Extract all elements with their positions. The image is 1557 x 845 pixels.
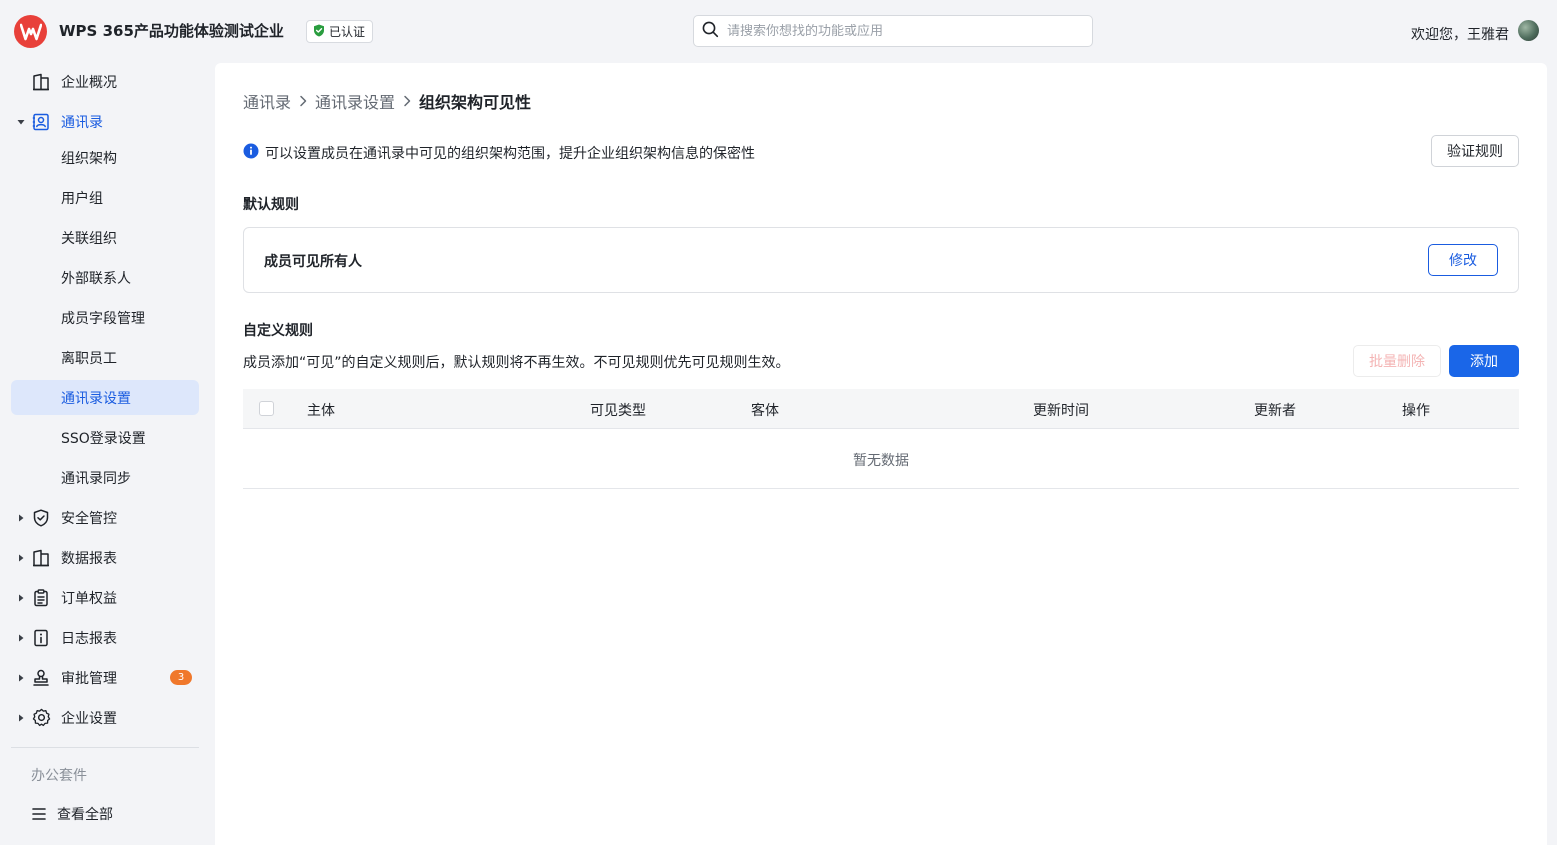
sidebar-item-label: 离职员工 — [61, 350, 117, 367]
sidebar-item-label: 安全管控 — [61, 510, 117, 527]
company-name: WPS 365产品功能体验测试企业 — [59, 22, 284, 40]
sidebar-item-former-employees[interactable]: 离职员工 — [11, 340, 199, 375]
sidebar-item-security[interactable]: 安全管控 — [11, 500, 199, 535]
sidebar-item-data-reports[interactable]: 数据报表 — [11, 540, 199, 575]
breadcrumb: 通讯录 通讯录设置 组织架构可见性 — [243, 89, 531, 113]
gear-icon — [31, 708, 51, 728]
notification-badge: 3 — [170, 670, 192, 685]
default-rules-title: 默认规则 — [243, 197, 299, 213]
sidebar-item-label: 外部联系人 — [61, 270, 131, 287]
report-icon — [31, 548, 51, 568]
sidebar-item-label: 查看全部 — [57, 806, 113, 823]
sidebar-item-label: 用户组 — [61, 190, 103, 207]
shield-icon — [31, 508, 51, 528]
table-body: 暂无数据 — [243, 429, 1519, 489]
menu-icon — [29, 804, 49, 824]
building-icon — [31, 72, 51, 92]
sidebar-item-label: 通讯录 — [61, 114, 103, 131]
sidebar-item-label: 日志报表 — [61, 630, 117, 647]
column-header-actions: 操作 — [1402, 403, 1430, 419]
avatar[interactable] — [1518, 20, 1539, 41]
sidebar-item-label: 通讯录设置 — [61, 390, 131, 407]
office-suite-section-label: 办公套件 — [31, 768, 87, 784]
chevron-right-icon — [395, 95, 419, 107]
search-box[interactable] — [693, 15, 1093, 47]
verified-label: 已认证 — [329, 25, 366, 39]
rules-table: 主体 可见类型 客体 更新时间 更新者 操作 暂无数据 — [243, 389, 1519, 489]
welcome-text: 欢迎您，王雅君 — [1411, 27, 1509, 43]
sidebar-item-label: 成员字段管理 — [61, 310, 145, 327]
empty-state-text: 暂无数据 — [853, 453, 909, 469]
default-rule-text: 成员可见所有人 — [264, 254, 362, 270]
caret-right-icon — [17, 594, 25, 602]
caret-right-icon — [17, 714, 25, 722]
top-header: WPS 365产品功能体验测试企业 已认证 欢迎您，王雅君 — [0, 0, 1557, 62]
sidebar-item-approval[interactable]: 审批管理 3 — [11, 660, 199, 695]
sidebar-item-view-all[interactable]: 查看全部 — [11, 796, 199, 831]
sidebar-item-enterprise-settings[interactable]: 企业设置 — [11, 700, 199, 735]
caret-right-icon — [17, 514, 25, 522]
custom-rules-description: 成员添加“可见”的自定义规则后，默认规则将不再生效。不可见规则优先可见规则生效。 — [243, 355, 790, 371]
column-header-subject: 主体 — [307, 403, 335, 419]
sidebar-item-contacts-sync[interactable]: 通讯录同步 — [11, 460, 199, 495]
sidebar: 企业概况 通讯录 组织架构 用户组 关联组织 外部联系人 成员字段管理 离职员工… — [0, 62, 210, 845]
sidebar-item-linked-orgs[interactable]: 关联组织 — [11, 220, 199, 255]
batch-delete-button[interactable]: 批量删除 — [1353, 345, 1441, 377]
clipboard-icon — [31, 588, 51, 608]
add-button[interactable]: 添加 — [1449, 345, 1519, 377]
column-header-updated-time: 更新时间 — [1033, 403, 1089, 419]
sidebar-item-label: 关联组织 — [61, 230, 117, 247]
sidebar-item-sso-settings[interactable]: SSO登录设置 — [11, 420, 199, 455]
sidebar-item-log-reports[interactable]: 日志报表 — [11, 620, 199, 655]
sidebar-item-label: 审批管理 — [61, 670, 117, 687]
info-icon — [243, 143, 259, 163]
column-header-updated-by: 更新者 — [1254, 403, 1296, 419]
sidebar-item-label: 订单权益 — [61, 590, 117, 607]
verified-shield-icon — [313, 24, 325, 40]
column-header-object: 客体 — [751, 403, 779, 419]
search-icon — [702, 21, 719, 42]
sidebar-item-member-fields[interactable]: 成员字段管理 — [11, 300, 199, 335]
chevron-right-icon — [291, 95, 315, 107]
breadcrumb-item-current: 组织架构可见性 — [419, 93, 532, 112]
verify-rules-button[interactable]: 验证规则 — [1431, 135, 1519, 167]
wps-logo-icon[interactable] — [14, 15, 47, 48]
sidebar-item-label: 企业设置 — [61, 710, 117, 727]
select-all-checkbox[interactable] — [259, 401, 274, 416]
sidebar-item-user-groups[interactable]: 用户组 — [11, 180, 199, 215]
sidebar-item-label: 组织架构 — [61, 150, 117, 167]
stamp-icon — [31, 668, 51, 688]
column-header-visibility-type: 可见类型 — [590, 403, 646, 419]
sidebar-item-orders[interactable]: 订单权益 — [11, 580, 199, 615]
caret-down-icon — [17, 118, 25, 126]
sidebar-item-org-structure[interactable]: 组织架构 — [11, 140, 199, 175]
sidebar-divider — [11, 747, 199, 748]
caret-right-icon — [17, 554, 25, 562]
sidebar-item-label: 数据报表 — [61, 550, 117, 567]
table-header: 主体 可见类型 客体 更新时间 更新者 操作 — [243, 389, 1519, 429]
caret-right-icon — [17, 674, 25, 682]
info-text: 可以设置成员在通讯录中可见的组织架构范围，提升企业组织架构信息的保密性 — [265, 146, 755, 162]
breadcrumb-item-contacts[interactable]: 通讯录 — [243, 89, 291, 113]
breadcrumb-item-contacts-settings[interactable]: 通讯录设置 — [315, 89, 395, 113]
custom-rules-title: 自定义规则 — [243, 323, 313, 339]
contacts-icon — [31, 112, 51, 132]
modify-button[interactable]: 修改 — [1428, 244, 1498, 276]
sidebar-item-label: 企业概况 — [61, 74, 117, 91]
sidebar-item-label: 通讯录同步 — [61, 470, 131, 487]
sidebar-item-overview[interactable]: 企业概况 — [11, 64, 199, 99]
caret-right-icon — [17, 634, 25, 642]
main-panel: 通讯录 通讯录设置 组织架构可见性 可以设置成员在通讯录中可见的组织架构范围，提… — [215, 63, 1547, 845]
search-input[interactable] — [727, 23, 1067, 39]
verified-badge: 已认证 — [306, 20, 374, 43]
sidebar-item-contacts[interactable]: 通讯录 — [11, 104, 199, 139]
sidebar-item-contacts-settings[interactable]: 通讯录设置 — [11, 380, 199, 415]
sidebar-item-external-contacts[interactable]: 外部联系人 — [11, 260, 199, 295]
log-icon — [31, 628, 51, 648]
info-banner: 可以设置成员在通讯录中可见的组织架构范围，提升企业组织架构信息的保密性 — [243, 143, 755, 163]
sidebar-item-label: SSO登录设置 — [61, 430, 146, 447]
default-rule-card: 成员可见所有人 修改 — [243, 227, 1519, 293]
